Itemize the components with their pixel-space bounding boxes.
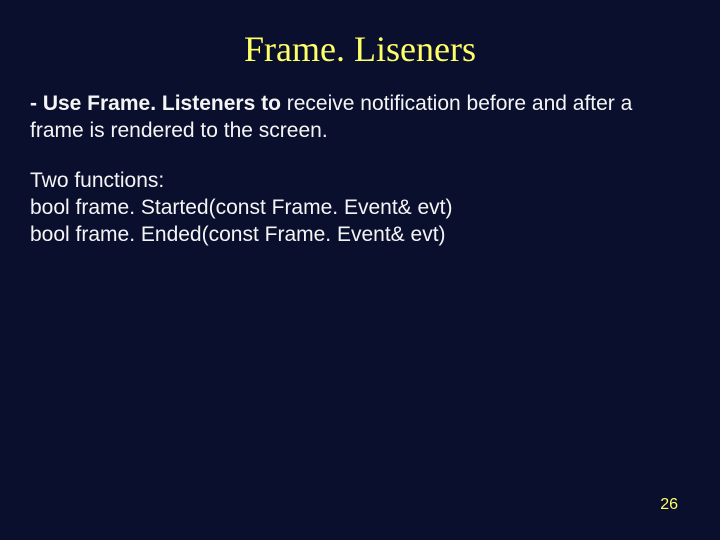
slide-title: Frame. Liseners <box>0 0 720 90</box>
slide: Frame. Liseners - Use Frame. Listeners t… <box>0 0 720 540</box>
paragraph-2-line-1: Two functions: <box>30 167 690 194</box>
paragraph-2-line-3: bool frame. Ended(const Frame. Event& ev… <box>30 221 690 248</box>
paragraph-1-lead: - Use Frame. Listeners to <box>30 92 287 115</box>
paragraph-2: Two functions: bool frame. Started(const… <box>30 167 690 249</box>
slide-body: - Use Frame. Listeners to receive notifi… <box>0 90 720 248</box>
page-number: 26 <box>660 496 678 514</box>
paragraph-2-line-2: bool frame. Started(const Frame. Event& … <box>30 194 690 221</box>
paragraph-1: - Use Frame. Listeners to receive notifi… <box>30 90 690 145</box>
